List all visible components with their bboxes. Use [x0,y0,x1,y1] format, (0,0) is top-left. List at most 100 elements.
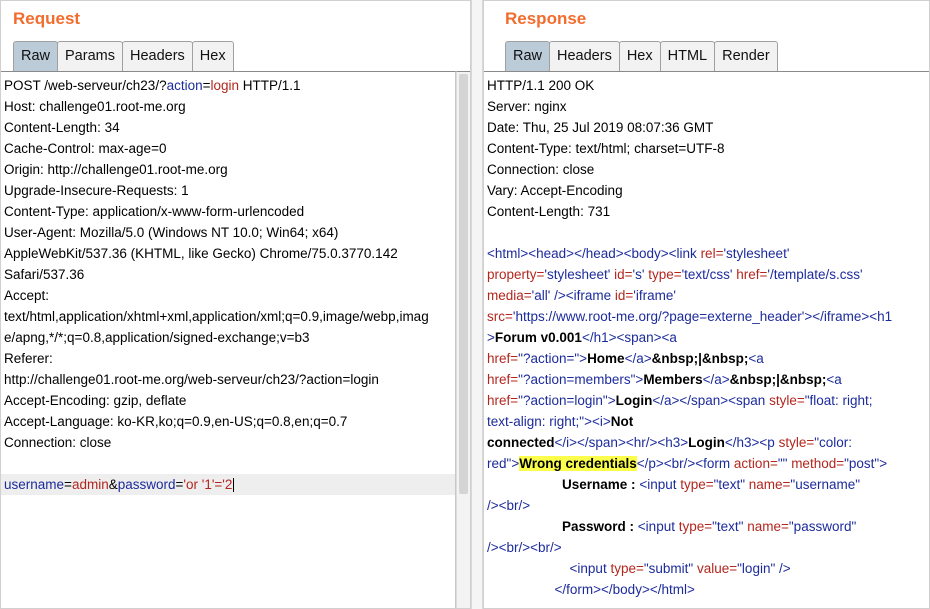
request-scrollbar-thumb[interactable] [459,74,468,494]
html-tag-token: </h1><span><a [581,330,677,345]
request-header-line: Accept-Encoding: gzip, deflate [4,393,187,408]
request-editor[interactable]: POST /web-serveur/ch23/?action=login HTT… [1,71,456,608]
request-header-line: Accept: [4,288,50,303]
body-amp: & [108,477,118,492]
split-divider[interactable] [471,0,483,609]
request-method-path: POST /web-serveur/ch23/? [4,78,167,93]
html-text-token: &nbsp;|&nbsp; [729,372,827,387]
request-tab-raw[interactable]: Raw [13,41,59,71]
html-tag-token: </form></body></html> [554,582,695,597]
html-attr-token: href= [487,351,519,366]
html-attr-token: src= [487,309,513,324]
html-tag-token: > [579,351,588,366]
response-header-line: Date: Thu, 25 Jul 2019 08:07:36 GMT [487,120,714,135]
html-attr-token: type= [610,561,644,576]
request-header-line: Accept-Language: ko-KR,ko;q=0.9,en-US;q=… [4,414,348,429]
html-tag-token: <input [637,519,679,534]
html-tag-token: "float: right; [804,393,873,408]
body-value-username: admin [71,477,109,492]
html-attr-token: style= [769,393,805,408]
html-text-token: Members [643,372,703,387]
request-scrollbar[interactable] [456,71,470,608]
html-tag-token: <input [639,477,681,492]
request-header-line: e/apng,*/*;q=0.8,application/signed-exch… [4,330,310,345]
request-pane: Request Raw Params Headers Hex POST /web… [0,0,471,609]
request-tabs: Raw Params Headers Hex [13,41,234,71]
html-tag-token: text-align: right;" [487,414,585,429]
request-header-line: Upgrade-Insecure-Requests: 1 [4,183,189,198]
request-header-line: Connection: close [4,435,112,450]
body-key-username: username [4,477,65,492]
html-tag-token: "text" [712,519,748,534]
html-attr-token: value= [696,561,738,576]
html-tag-token: </a> [702,372,730,387]
html-tag-token: > [607,393,616,408]
response-header-line: HTTP/1.1 200 OK [487,78,595,93]
response-blank-line [484,222,929,243]
request-header-line: User-Agent: Mozilla/5.0 (Windows NT 10.0… [4,225,339,240]
html-attr-token: action= [733,456,778,471]
html-tag-token: <input [569,561,611,576]
request-header-line: text/html,application/xhtml+xml,applicat… [4,309,429,324]
body-eq-1: = [64,477,72,492]
response-pane: Response Raw Headers Hex HTML Render HTT… [483,0,930,609]
html-tag-token: </a></span><span [652,393,770,408]
request-version: HTTP/1.1 [239,78,301,93]
request-param-eq: = [202,78,211,93]
response-body-line: src='https://www.root-me.org/?page=exter… [484,306,929,327]
response-body-line: <html><head></head><body><link rel='styl… [484,243,929,264]
html-tag-token: ></iframe><h1 [804,309,893,324]
html-attr-token: id= [614,288,634,303]
response-tab-hex[interactable]: Hex [618,41,661,71]
request-header-line: AppleWebKit/537.36 (KHTML, like Gecko) C… [4,246,398,261]
response-header-line: Content-Length: 731 [487,204,611,219]
response-tab-html[interactable]: HTML [659,41,716,71]
request-header-line: Origin: http://challenge01.root-me.org [4,162,228,177]
response-tab-headers[interactable]: Headers [549,41,620,71]
response-body-line: /><br/> [484,495,929,516]
html-text-token: connected [487,435,555,450]
request-header-line: Safari/537.36 [4,267,85,282]
request-tab-params[interactable]: Params [57,41,123,71]
html-text-token: Username : [562,477,640,492]
html-tag-token: "" [777,456,792,471]
html-tag-token: "login" /> [737,561,791,576]
response-body-line: red">Wrong credentials</p><br/><form act… [484,453,929,474]
html-tag-token: > [487,330,495,345]
html-attr-token: href= [487,393,519,408]
response-tab-render[interactable]: Render [714,41,778,71]
html-tag-token: "password" [788,519,857,534]
html-tag-token: "submit" [643,561,697,576]
request-header-line: Content-Length: 34 [4,120,120,135]
html-text-token: Not [610,414,634,429]
request-tab-headers[interactable]: Headers [121,41,193,71]
html-attr-token: href= [487,372,519,387]
html-attr-token: name= [748,477,791,492]
response-body-line: <input type="submit" value="login" /> [484,558,929,579]
request-tab-hex[interactable]: Hex [191,41,234,71]
html-tag-token: "?action=login" [518,393,608,408]
html-tag-token: <html><head></head><body><link [487,246,701,261]
html-text-token: Home [587,351,625,366]
response-body-line: href="?action=">Home</a>&nbsp;|&nbsp;<a [484,348,929,369]
response-body-line: media='all' /><iframe id='iframe' [484,285,929,306]
body-key-password: password [117,477,176,492]
request-body[interactable]: username=admin&password='or '1'='2 [1,474,455,495]
html-tag-token: '/template/s.css' [767,267,863,282]
html-text-token: Password : [562,519,638,534]
response-tab-raw[interactable]: Raw [505,41,551,71]
response-editor[interactable]: HTTP/1.1 200 OK Server: nginx Date: Thu, 2… [484,71,929,608]
response-body-line: /><br/><br/> [484,537,929,558]
html-tag-token: "text" [713,477,749,492]
response-title: Response [505,9,587,28]
html-tag-token: /><br/> [487,498,531,513]
html-tag-token: <a [826,372,842,387]
html-tag-token: 'all' [531,288,555,303]
html-tag-token: "?action=members" [518,372,636,387]
html-tag-token: "color: [814,435,853,450]
response-body-line: </form></body></html> [484,579,929,600]
html-attr-token: method= [791,456,845,471]
